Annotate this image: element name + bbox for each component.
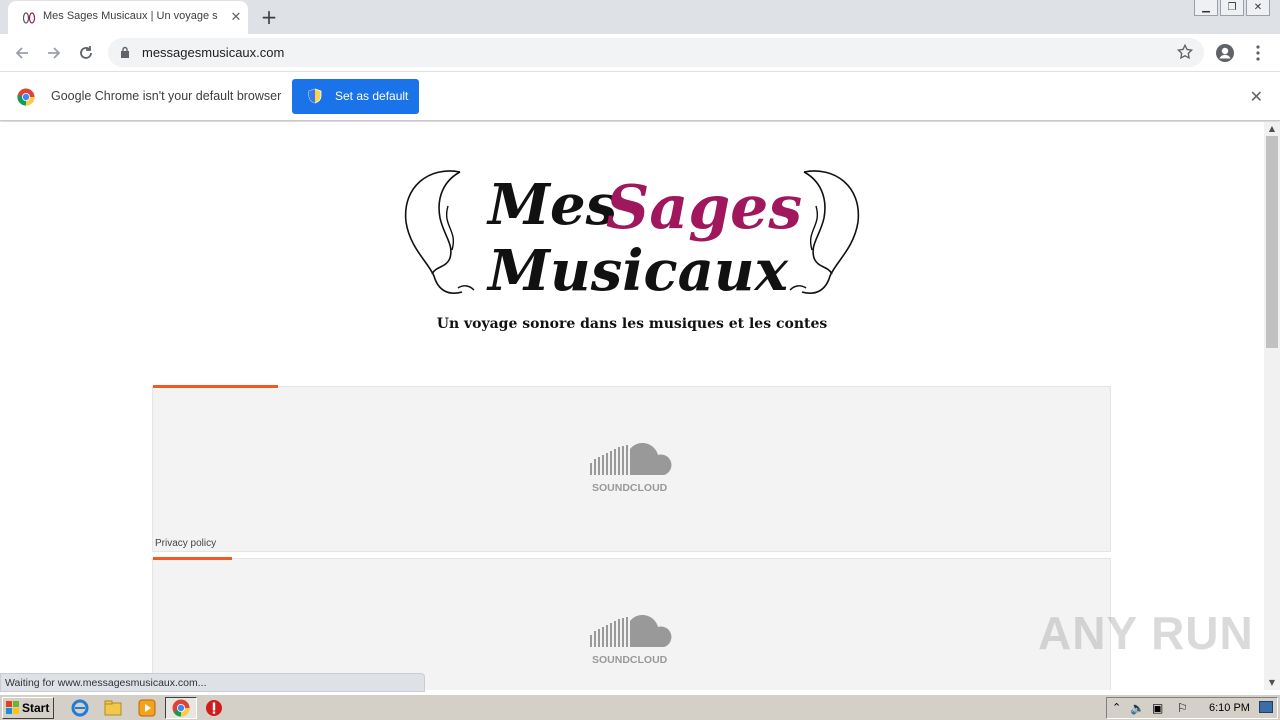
forward-icon[interactable] [42,41,66,65]
windows-taskbar: Start ⌃ 🔈 ▣ ⚐ 6:10 PM [0,694,1280,720]
scroll-down-icon[interactable]: ▼ [1264,676,1280,690]
taskbar-chrome-button[interactable] [165,697,197,719]
explorer-folder-icon[interactable] [104,699,122,717]
start-button[interactable]: Start [2,697,54,719]
set-as-default-button[interactable]: Set as default [292,79,419,114]
status-bubble: Waiting for www.messagesmusicaux.com... [0,673,425,692]
action-center-flag-icon[interactable]: ⚐ [1177,701,1188,715]
start-label: Start [22,701,50,715]
logo-word-musicaux: Musicaux [486,238,789,304]
system-tray: ⌃ 🔈 ▣ ⚐ 6:10 PM [1106,697,1278,719]
lock-icon [121,46,129,58]
loading-progress-bar [153,557,232,560]
logo-word-sages: Sages [606,173,802,243]
chrome-icon [172,699,190,717]
scroll-thumb[interactable] [1266,136,1278,348]
site-tagline: Un voyage sonore dans les musiques et le… [436,316,828,332]
back-icon[interactable] [10,41,34,65]
soundcloud-wordmark: SOUNDCLOUD [592,654,668,666]
anyrun-watermark: ANY RUN [1038,607,1254,659]
ie-icon[interactable] [71,699,89,717]
new-tab-icon[interactable]: + [258,6,280,28]
soundcloud-wordmark: SOUNDCLOUD [592,482,668,494]
window-controls: ▁ ❐ ✕ [1194,0,1270,18]
volume-icon[interactable]: 🔈 [1130,701,1145,715]
url-text: messagesmusicaux.com [142,45,285,60]
minimize-icon[interactable]: ▁ [1194,0,1218,16]
soundcloud-logo-icon: SOUNDCLOUD [590,615,672,666]
right-ear-icon [801,170,860,294]
web-page: Mes Sages Musicaux Un voyage sonore dans… [0,122,1264,690]
default-browser-infobar: Google Chrome isn't your default browser… [0,71,1280,121]
soundcloud-embed-2[interactable]: SOUNDCLOUD [152,557,1111,690]
soundcloud-embed-1[interactable]: SOUNDCLOUD Privacy policy [152,385,1111,552]
loading-progress-bar [153,385,278,388]
site-favicon-icon [22,12,36,24]
reload-icon[interactable] [74,41,98,65]
logo-word-mes: Mes [486,172,617,238]
restore-icon[interactable]: ❐ [1220,0,1244,16]
chrome-logo-icon [17,88,35,106]
bookmark-star-icon[interactable] [1176,43,1194,61]
tab-strip: Mes Sages Musicaux | Un voyage sonore da… [0,0,1280,34]
windows-flag-icon [6,701,19,714]
tab-title: Mes Sages Musicaux | Un voyage sonore da… [43,10,218,22]
uac-shield-icon [308,88,322,104]
profile-icon[interactable] [1213,41,1237,65]
stop-sign-icon[interactable] [205,699,223,717]
set-as-default-label: Set as default [335,89,409,103]
soundcloud-logo-icon: SOUNDCLOUD [590,443,672,494]
infobar-message: Google Chrome isn't your default browser [51,89,282,103]
tray-expand-icon[interactable]: ⌃ [1112,701,1121,714]
left-ear-icon [404,170,463,294]
close-window-icon[interactable]: ✕ [1246,0,1270,16]
browser-tab[interactable]: Mes Sages Musicaux | Un voyage sonore da… [8,1,248,34]
address-bar[interactable]: messagesmusicaux.com [108,38,1204,67]
infobar-close-icon[interactable]: ✕ [1250,87,1263,106]
scroll-up-icon[interactable]: ▲ [1264,122,1280,136]
privacy-policy-link[interactable]: Privacy policy [155,538,216,549]
tab-close-icon[interactable]: ✕ [227,9,245,27]
network-icon[interactable]: ▣ [1152,701,1163,715]
media-player-icon[interactable] [138,699,156,717]
page-scrollbar[interactable]: ▲ ▼ [1264,122,1280,690]
menu-dots-icon[interactable] [1246,41,1270,65]
browser-toolbar: messagesmusicaux.com [0,34,1280,71]
site-logo[interactable]: Mes Sages Musicaux [400,166,864,304]
taskbar-clock[interactable]: 6:10 PM [1209,702,1250,714]
show-desktop-icon[interactable] [1259,701,1273,713]
